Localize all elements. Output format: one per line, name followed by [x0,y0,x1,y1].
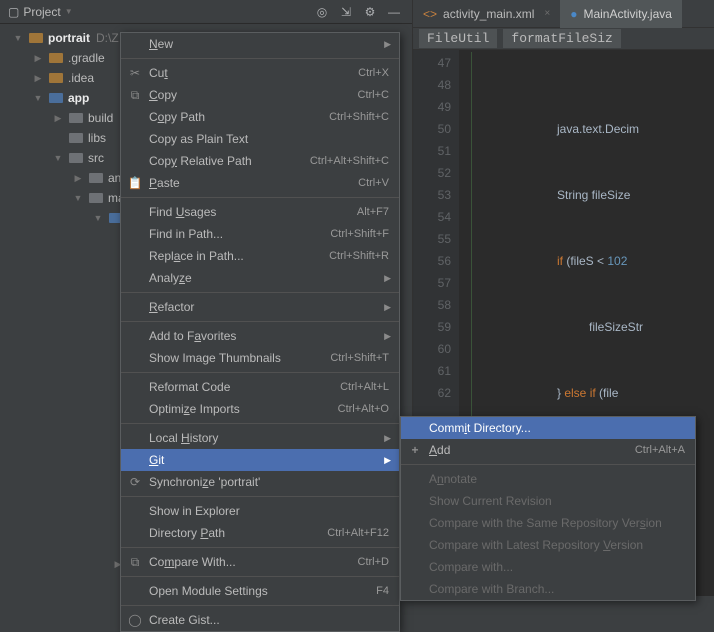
target-icon[interactable]: ◎ [312,2,332,22]
tree-arrow-icon[interactable]: ▶ [32,53,44,64]
menu-paste[interactable]: 📋PasteCtrl+V [121,172,399,194]
xml-icon: <> [423,7,437,21]
hide-icon[interactable]: — [384,2,404,22]
sync-icon: ⟳ [127,475,143,489]
git-submenu: Commit Directory... +AddCtrl+Alt+A Annot… [400,416,696,601]
menu-add-favorites[interactable]: Add to Favorites▶ [121,325,399,347]
method-bar: FileUtil formatFileSiz [413,28,714,50]
menu-cut[interactable]: ✂CutCtrl+X [121,62,399,84]
menu-reformat[interactable]: Reformat CodeCtrl+Alt+L [121,376,399,398]
folder-icon [68,130,84,146]
menu-show-thumbnails[interactable]: Show Image ThumbnailsCtrl+Shift+T [121,347,399,369]
menu-analyze[interactable]: Analyze▶ [121,267,399,289]
tab-java[interactable]: ● MainActivity.java [560,0,682,28]
dropdown-arrow-icon[interactable]: ▼ [65,7,73,16]
project-label[interactable]: Project [23,5,60,19]
submenu-compare-latest: Compare with Latest Repository Version [401,534,695,556]
tree-arrow-icon[interactable]: ▶ [32,73,44,84]
tree-arrow-icon[interactable]: ▼ [52,153,64,163]
tree-arrow-icon[interactable]: ▶ [52,113,64,124]
cut-icon: ✂ [127,66,143,80]
folder-icon [48,90,64,106]
copy-icon: ⧉ [127,88,143,103]
folder-icon [88,190,104,206]
tab-xml[interactable]: <> activity_main.xml × [413,0,560,28]
tree-arrow-icon[interactable]: ▶ [72,173,84,184]
menu-copy-plain[interactable]: Copy as Plain Text [121,128,399,150]
menu-find-in-path[interactable]: Find in Path...Ctrl+Shift+F [121,223,399,245]
folder-icon [28,30,44,46]
folder-icon [68,150,84,166]
method-chip[interactable]: formatFileSiz [503,29,620,48]
submenu-compare-same: Compare with the Same Repository Version [401,512,695,534]
folder-icon [88,170,104,186]
menu-compare-with[interactable]: ⧉Compare With...Ctrl+D [121,551,399,573]
tree-arrow-icon[interactable]: ▼ [32,93,44,103]
java-icon: ● [570,7,577,21]
menu-refactor[interactable]: Refactor▶ [121,296,399,318]
menu-optimize-imports[interactable]: Optimize ImportsCtrl+Alt+O [121,398,399,420]
submenu-annotate: Annotate [401,468,695,490]
submenu-commit-directory[interactable]: Commit Directory... [401,417,695,439]
paste-icon: 📋 [127,176,143,190]
context-menu: New▶ ✂CutCtrl+X ⧉CopyCtrl+C Copy PathCtr… [120,32,400,632]
menu-find-usages[interactable]: Find UsagesAlt+F7 [121,201,399,223]
gear-icon[interactable]: ⚙ [360,2,380,22]
menu-copy-relative[interactable]: Copy Relative PathCtrl+Alt+Shift+C [121,150,399,172]
github-icon: ◯ [127,613,143,627]
menu-synchronize[interactable]: ⟳Synchronize 'portrait' [121,471,399,493]
menu-create-gist[interactable]: ◯Create Gist... [121,609,399,631]
menu-copy[interactable]: ⧉CopyCtrl+C [121,84,399,106]
project-toolbar: ▢ Project ▼ ◎ ⇲ ⚙ — [0,0,412,24]
menu-git[interactable]: Git▶ [121,449,399,471]
submenu-compare-with: Compare with... [401,556,695,578]
folder-icon [48,70,64,86]
editor-tabs: <> activity_main.xml × ● MainActivity.ja… [413,0,714,28]
tree-arrow-icon[interactable]: ▼ [92,213,104,223]
menu-new[interactable]: New▶ [121,33,399,55]
tree-arrow-icon[interactable]: ▼ [72,193,84,203]
class-chip[interactable]: FileUtil [419,29,497,48]
folder-icon [68,110,84,126]
project-icon: ▢ [8,5,19,19]
compare-icon: ⧉ [127,555,143,570]
folder-icon [48,50,64,66]
tree-arrow-icon[interactable]: ▼ [12,33,24,43]
menu-show-explorer[interactable]: Show in Explorer [121,500,399,522]
menu-open-module[interactable]: Open Module SettingsF4 [121,580,399,602]
collapse-icon[interactable]: ⇲ [336,2,356,22]
menu-copy-path[interactable]: Copy PathCtrl+Shift+C [121,106,399,128]
plus-icon: + [407,443,423,457]
menu-replace-in-path[interactable]: Replace in Path...Ctrl+Shift+R [121,245,399,267]
close-icon[interactable]: × [544,8,550,19]
menu-directory-path[interactable]: Directory PathCtrl+Alt+F12 [121,522,399,544]
submenu-compare-branch: Compare with Branch... [401,578,695,600]
menu-local-history[interactable]: Local History▶ [121,427,399,449]
submenu-add[interactable]: +AddCtrl+Alt+A [401,439,695,461]
submenu-show-revision: Show Current Revision [401,490,695,512]
